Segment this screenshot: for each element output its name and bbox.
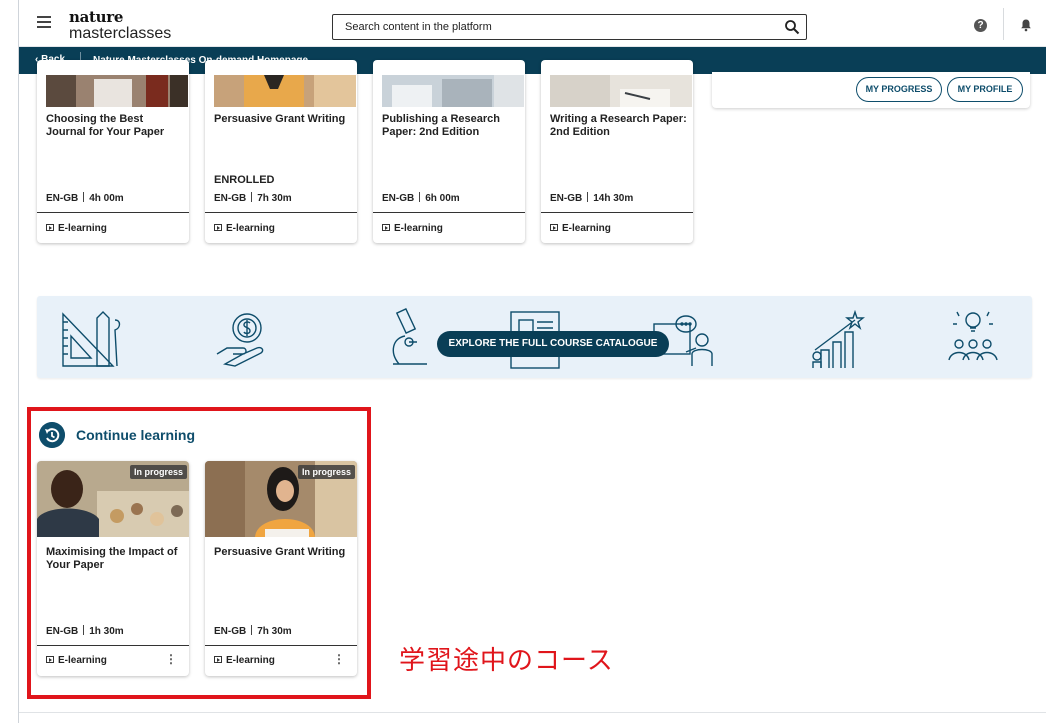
course-type-label: E-learning [562,223,611,234]
course-title[interactable]: Choosing the Best Journal for Your Paper [46,113,184,139]
search-input[interactable] [333,15,773,39]
course-card[interactable]: Writing a Research Paper: 2nd Edition EN… [541,60,693,243]
course-meta: EN-GB 14h 30m [550,192,633,204]
course-duration: 7h 30m [257,626,292,637]
more-options-icon[interactable]: ⋮ [165,652,177,666]
course-title[interactable]: Persuasive Grant Writing [214,546,352,559]
e-learning-icon [214,224,222,231]
card-divider [541,212,693,213]
course-card[interactable]: Persuasive Grant Writing ENROLLED EN-GB 7… [205,60,357,243]
course-type-label: E-learning [394,223,443,234]
page-frame: nature masterclasses ? ‹ Back Nature Mas… [18,0,1046,723]
growth-chart-icon [812,310,865,368]
explore-catalogue-button[interactable]: EXPLORE THE FULL COURSE CATALOGUE [437,331,669,357]
course-type: E-learning [382,223,443,234]
profile-panel: MY PROGRESS MY PROFILE [712,72,1030,108]
in-progress-badge: In progress [129,465,187,479]
course-title[interactable]: Maximising the Impact of Your Paper [46,546,184,572]
logo-line-1: nature [69,8,124,26]
course-language: EN-GB [214,626,247,637]
course-thumbnail [46,75,188,107]
page-bottom-divider [19,712,1046,713]
e-learning-icon [382,224,390,231]
search-box [332,14,807,40]
top-header: nature masterclasses ? [19,0,1046,47]
enrolled-status: ENROLLED [214,174,275,186]
in-progress-badge: In progress [297,465,355,479]
course-title[interactable]: Publishing a Research Paper: 2nd Edition [382,113,520,139]
course-thumbnail [214,75,356,107]
card-divider [205,645,357,646]
explore-catalogue-banner: EXPLORE THE FULL COURSE CATALOGUE [37,296,1032,378]
e-learning-icon [550,224,558,231]
ruler-pencil-icon [62,311,121,367]
logo-line-2: masterclasses [69,25,172,42]
search-icon[interactable] [784,19,800,35]
course-duration: 4h 00m [89,193,124,204]
continue-learning-icon [39,422,65,448]
course-card[interactable]: Choosing the Best Journal for Your Paper… [37,60,189,243]
course-card[interactable]: Publishing a Research Paper: 2nd Edition… [373,60,525,243]
e-learning-icon [46,224,54,231]
course-language: EN-GB [382,193,415,204]
continue-learning-card[interactable]: In progress Maximising the Impact of You… [37,461,189,676]
card-divider [37,645,189,646]
idea-team-icon [948,311,998,361]
money-hand-icon [216,313,264,367]
course-duration: 1h 30m [89,626,124,637]
course-type: E-learning [214,655,275,666]
course-thumbnail [382,75,524,107]
course-meta: EN-GB 7h 30m [214,192,292,204]
course-language: EN-GB [214,193,247,204]
card-divider [373,212,525,213]
card-divider [37,212,189,213]
more-options-icon[interactable]: ⋮ [333,652,345,666]
course-duration: 7h 30m [257,193,292,204]
course-type-label: E-learning [226,655,275,666]
course-language: EN-GB [46,626,79,637]
course-meta: EN-GB 6h 00m [382,192,460,204]
course-type-label: E-learning [226,223,275,234]
course-title[interactable]: Persuasive Grant Writing [214,113,352,126]
menu-icon[interactable] [37,16,51,28]
course-type-label: E-learning [58,223,107,234]
course-language: EN-GB [46,193,79,204]
course-meta: EN-GB 4h 00m [46,192,124,204]
course-language: EN-GB [550,193,583,204]
course-thumbnail [550,75,692,107]
course-type: E-learning [46,655,107,666]
continue-learning-card[interactable]: In progress Persuasive Grant Writing EN-… [205,461,357,676]
header-divider [1003,8,1004,40]
annotation-label: 学習途中のコース [399,646,614,676]
nature-masterclasses-logo[interactable]: nature masterclasses [69,10,171,42]
e-learning-icon [214,656,222,663]
course-type: E-learning [46,223,107,234]
course-type: E-learning [214,223,275,234]
course-duration: 14h 30m [593,193,634,204]
help-icon[interactable]: ? [974,19,987,32]
bell-icon[interactable] [1019,18,1033,32]
course-meta: EN-GB 7h 30m [214,625,292,637]
my-progress-button[interactable]: MY PROGRESS [856,77,942,102]
card-divider [205,212,357,213]
course-type-label: E-learning [58,655,107,666]
microscope-icon [392,308,427,365]
my-profile-button[interactable]: MY PROFILE [947,77,1023,102]
e-learning-icon [46,656,54,663]
course-title[interactable]: Writing a Research Paper: 2nd Edition [550,113,688,139]
course-meta: EN-GB 1h 30m [46,625,124,637]
continue-learning-heading: Continue learning [76,427,195,443]
course-duration: 6h 00m [425,193,460,204]
course-type: E-learning [550,223,611,234]
